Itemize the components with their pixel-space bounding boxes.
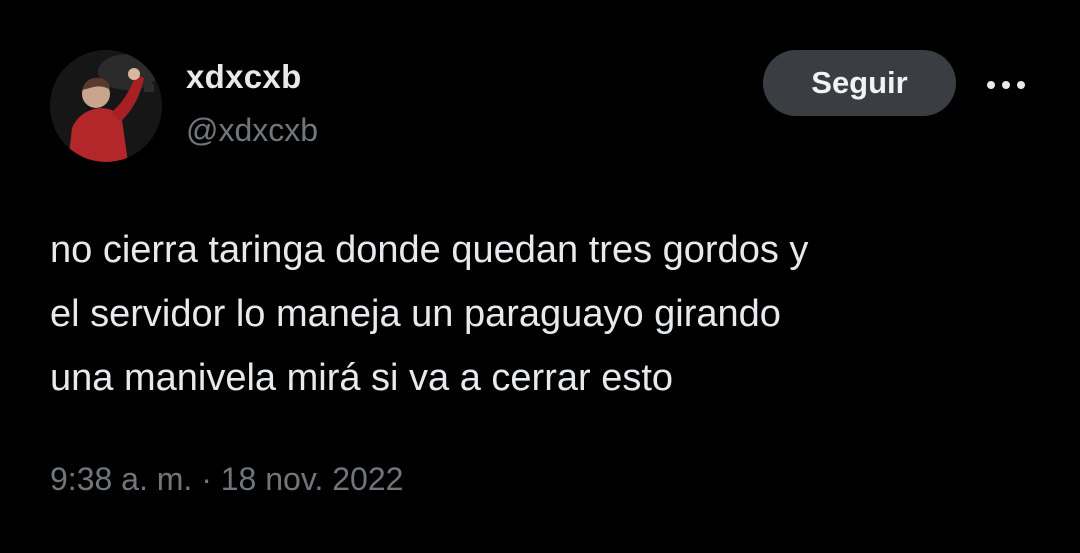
tweet-text-line: el servidor lo maneja un paraguayo giran… [50, 293, 781, 335]
avatar[interactable] [50, 50, 162, 162]
display-name[interactable]: xdxcxb [186, 58, 302, 96]
user-handle[interactable]: @xdxcxb [186, 112, 318, 149]
tweet-time[interactable]: 9:38 a. m. [50, 461, 192, 497]
tweet-text-line: no cierra taringa donde quedan tres gord… [50, 229, 809, 271]
profile-photo-icon [50, 50, 162, 162]
more-horizontal-icon [987, 81, 1025, 89]
follow-button[interactable]: Seguir [763, 50, 956, 116]
tweet-card: xdxcxb @xdxcxb Seguir no cierra taringa … [0, 0, 1080, 553]
tweet-text-line: una manivela mirá si va a cerrar esto [50, 357, 674, 399]
tweet-text: no cierra taringa donde quedan tres gord… [50, 218, 1050, 410]
more-options-button[interactable] [984, 67, 1028, 103]
meta-separator: · [201, 461, 212, 497]
tweet-meta: 9:38 a. m. · 18 nov. 2022 [50, 461, 403, 498]
tweet-date[interactable]: 18 nov. 2022 [221, 461, 404, 497]
